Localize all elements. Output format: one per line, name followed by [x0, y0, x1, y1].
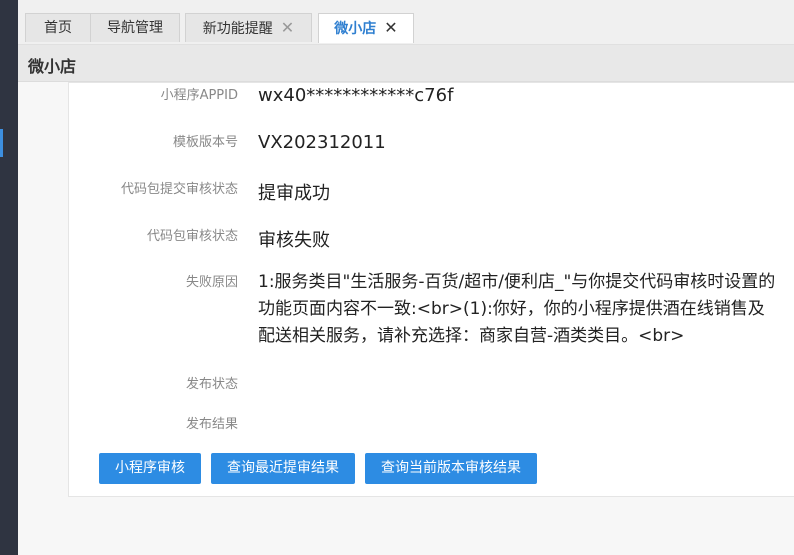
tab-new-feature-reminder-label: 新功能提醒 — [202, 21, 273, 37]
field-label-failure-reason: 失败原因 — [185, 275, 238, 290]
left-sidebar-edge — [0, 0, 18, 555]
field-value-appid: wx40************c76f — [258, 85, 454, 106]
close-icon[interactable]: ✕ — [384, 14, 397, 42]
field-value-failure-reason: 1:服务类目"生活服务-百货/超市/便利店_"与你提交代码审核时设置的功能页面内… — [258, 272, 776, 346]
field-value-submit-status: 提审成功 — [258, 183, 330, 204]
page-title-bar: 微小店 — [18, 45, 794, 82]
field-label-appid: 小程序APPID — [160, 88, 238, 103]
tab-micro-store-label: 微小店 — [334, 21, 377, 37]
field-label-audit-status: 代码包审核状态 — [146, 229, 238, 244]
tab-nav-management-label: 导航管理 — [107, 20, 163, 36]
tab-micro-store[interactable]: 微小店 ✕ — [318, 13, 414, 43]
field-value-template-version: VX202312011 — [258, 132, 386, 153]
field-label-publish-result: 发布结果 — [185, 417, 238, 432]
field-label-publish-status: 发布状态 — [185, 377, 238, 392]
tab-home[interactable]: 首页 — [25, 13, 91, 42]
field-label-submit-status: 代码包提交审核状态 — [120, 182, 238, 197]
query-latest-audit-button[interactable]: 查询最近提审结果 — [211, 453, 355, 484]
close-icon[interactable]: ✕ — [281, 14, 294, 42]
tab-new-feature-reminder[interactable]: 新功能提醒 ✕ — [185, 13, 312, 42]
tab-home-label: 首页 — [44, 20, 72, 36]
tab-bar: 首页 导航管理 新功能提醒 ✕ 微小店 ✕ — [18, 0, 794, 45]
sidebar-active-marker — [0, 129, 3, 157]
page-title: 微小店 — [28, 57, 77, 76]
query-current-version-audit-button[interactable]: 查询当前版本审核结果 — [365, 453, 537, 484]
tab-nav-management[interactable]: 导航管理 — [90, 13, 180, 42]
field-value-audit-status: 审核失败 — [258, 230, 330, 251]
field-label-template-version: 模板版本号 — [172, 135, 238, 150]
mini-program-audit-button[interactable]: 小程序审核 — [99, 453, 201, 484]
